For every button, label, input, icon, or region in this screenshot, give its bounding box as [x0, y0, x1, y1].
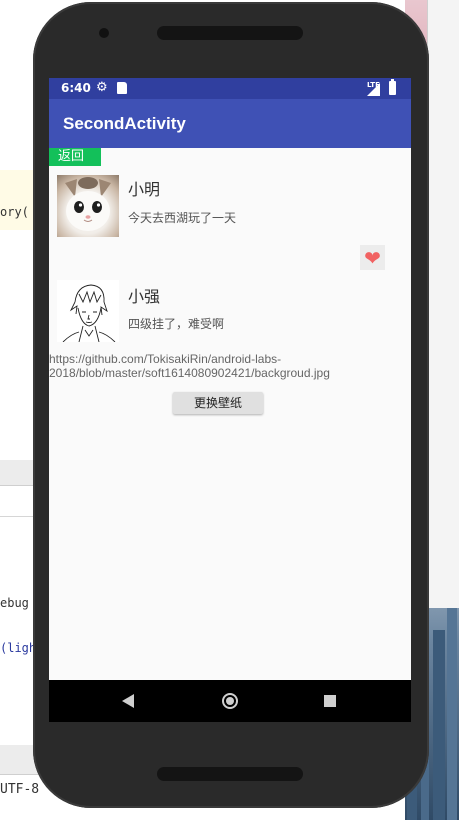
code-line: ory(: [0, 205, 29, 219]
bottom-speaker: [157, 767, 303, 781]
back-button[interactable]: 返回: [49, 148, 101, 166]
contact-name: 小明: [128, 180, 161, 199]
page-title: SecondActivity: [63, 114, 186, 133]
status-time: 6:40: [61, 81, 91, 95]
nav-back-icon[interactable]: [122, 694, 134, 708]
encoding-label[interactable]: UTF-8: [0, 782, 39, 797]
cat-avatar: [57, 175, 119, 237]
nav-recent-icon[interactable]: [324, 695, 336, 707]
wallpaper-url-text: https://github.com/TokisakiRin/android-l…: [49, 352, 330, 380]
sd-card-icon: [117, 82, 127, 94]
code-line: (ligh: [0, 641, 37, 655]
change-wallpaper-button[interactable]: 更换壁纸: [173, 392, 263, 414]
status-bar: 6:40 ⚙ LTE: [49, 78, 411, 99]
top-speaker: [157, 26, 303, 40]
contact-message: 四级挂了，难受啊: [128, 317, 225, 331]
phone-screen: 6:40 ⚙ LTE SecondActivity 返回 小明 今天去西湖玩了一…: [49, 78, 411, 722]
cat-face-icon: [65, 177, 111, 231]
nav-home-icon[interactable]: [222, 693, 238, 709]
heart-icon[interactable]: ❤: [360, 245, 385, 270]
lte-label: LTE: [367, 81, 380, 89]
battery-icon: [389, 79, 396, 95]
gear-icon: ⚙: [96, 80, 108, 95]
contact-message: 今天去西湖玩了一天: [128, 211, 237, 225]
navigation-bar: [49, 680, 411, 722]
sketch-portrait-icon: [62, 284, 116, 342]
sketch-man-avatar: [57, 280, 119, 342]
code-line: ebug: [0, 596, 29, 610]
side-window: [427, 0, 459, 608]
contact-name: 小强: [128, 287, 161, 306]
front-camera: [99, 28, 109, 38]
app-bar: SecondActivity: [49, 99, 411, 148]
